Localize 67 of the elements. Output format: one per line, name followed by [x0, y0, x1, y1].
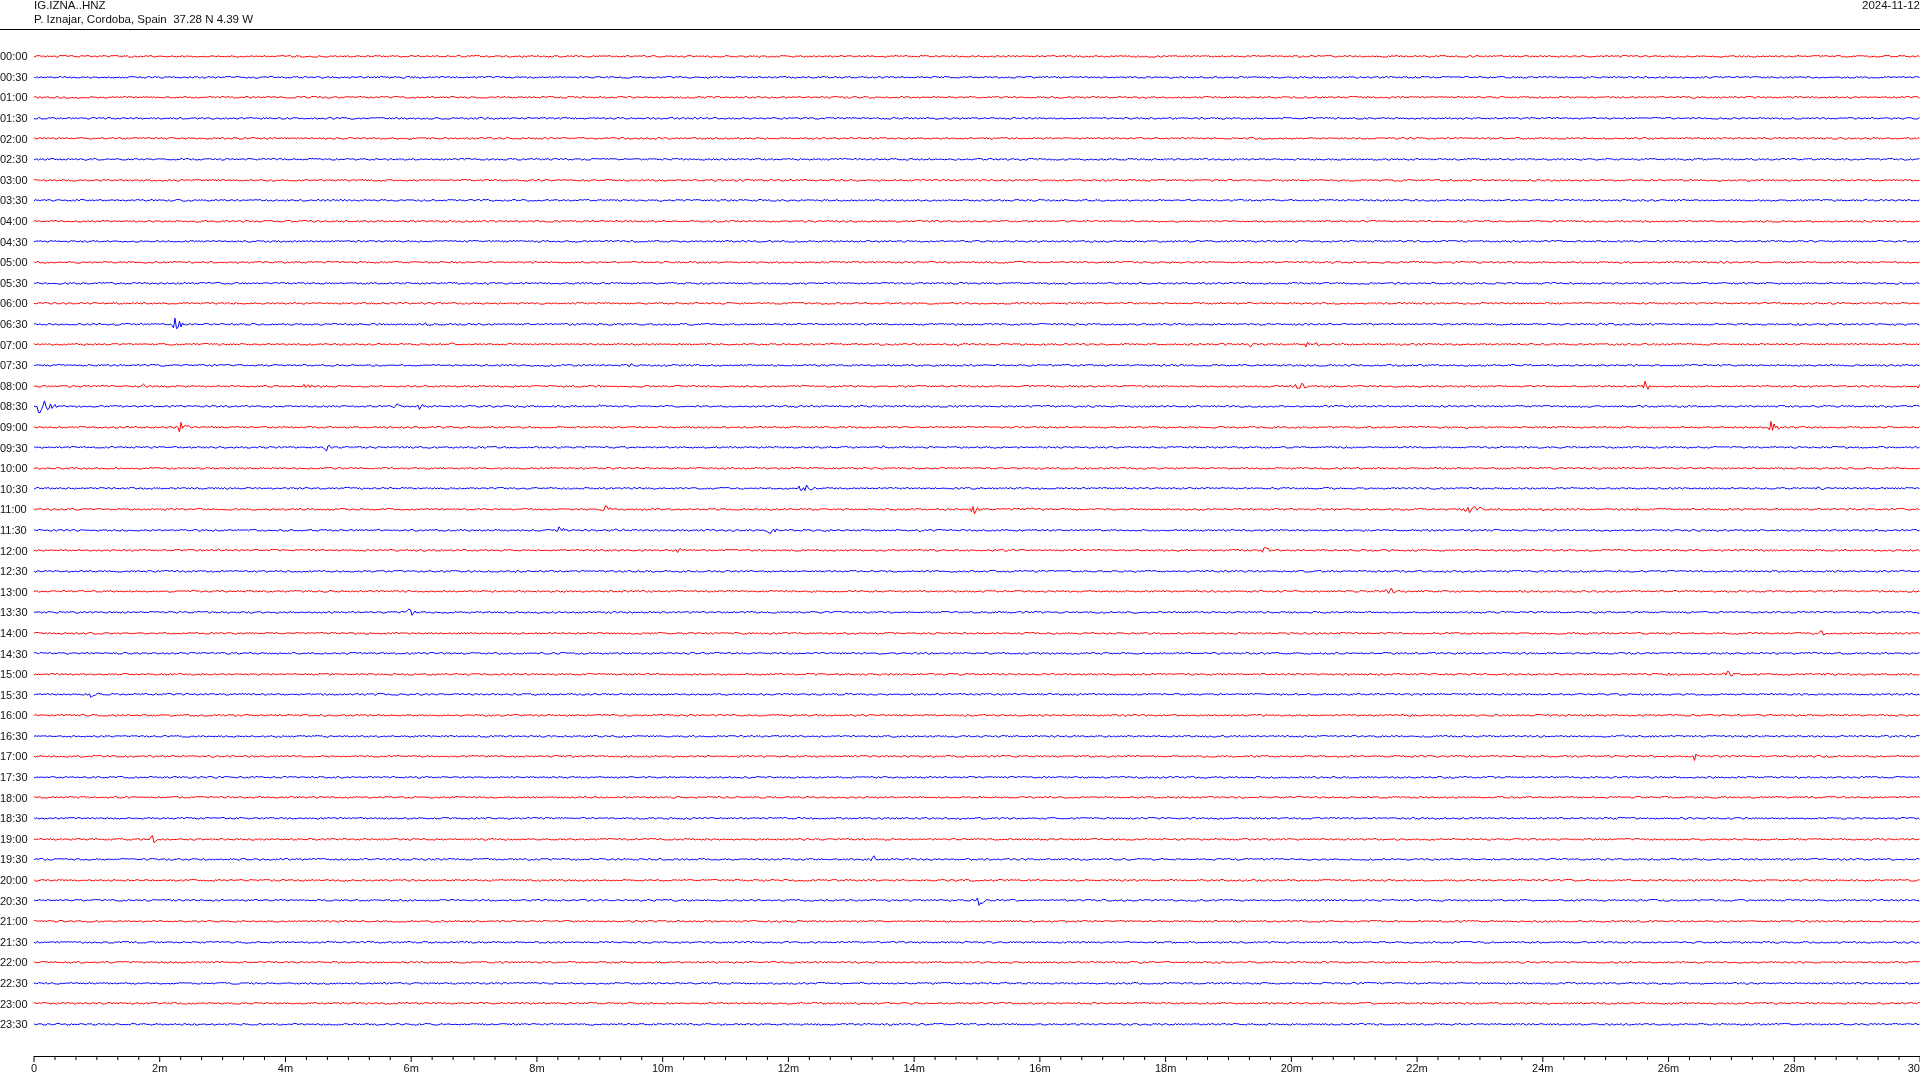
row-time-label: 04:30 [0, 235, 29, 248]
row-time-label: 10:30 [0, 482, 29, 495]
row-time-label: 15:30 [0, 688, 29, 701]
row-time-label: 20:30 [0, 894, 29, 907]
row-time-label: 23:00 [0, 997, 29, 1010]
row-time-label: 13:00 [0, 585, 29, 598]
row-time-label: 21:30 [0, 935, 29, 948]
row-time-label: 12:30 [0, 565, 29, 578]
station-code: IG.IZNA..HNZ [34, 0, 107, 12]
row-time-label: 00:00 [0, 50, 29, 63]
row-time-label: 06:00 [0, 297, 29, 310]
row-time-label: 07:00 [0, 338, 29, 351]
axis-tick-label: 2m [152, 1061, 168, 1074]
row-time-label: 03:00 [0, 173, 29, 186]
axis-tick-label: 26m [1657, 1061, 1680, 1074]
row-time-label: 01:30 [0, 112, 29, 125]
row-time-label: 19:30 [0, 853, 29, 866]
row-time-label: 16:00 [0, 709, 29, 722]
row-time-label: 17:30 [0, 771, 29, 784]
row-time-label: 15:00 [0, 668, 29, 681]
row-time-label: 23:30 [0, 1018, 29, 1031]
row-time-label: 21:00 [0, 915, 29, 928]
row-time-label: 12:00 [0, 544, 29, 557]
row-time-label: 13:30 [0, 606, 29, 619]
axis-tick-label: 14m [903, 1061, 925, 1074]
axis-tick-label: 12m [777, 1061, 800, 1074]
row-time-label: 01:00 [0, 91, 29, 104]
axis-tick-label: 4m [277, 1061, 294, 1074]
row-time-label: 06:30 [0, 318, 29, 330]
row-time-label: 00:30 [0, 70, 29, 83]
row-time-label: 18:30 [0, 812, 29, 825]
axis-tick-label: 10m [651, 1061, 674, 1074]
row-time-label: 17:00 [0, 750, 29, 763]
row-time-label: 20:00 [0, 874, 29, 887]
record-date: 2024-11-12 [1862, 0, 1920, 13]
row-time-label: 19:00 [0, 832, 29, 845]
row-time-label: 08:00 [0, 379, 29, 392]
axis-tick-label: 8m [529, 1061, 545, 1074]
row-time-label: 22:00 [0, 956, 29, 969]
axis-tick-label: 30 [1907, 1061, 1920, 1074]
row-time-label: 08:30 [0, 400, 29, 413]
axis-tick-label: 28m [1783, 1061, 1805, 1074]
row-time-label: 11:30 [0, 523, 28, 536]
row-time-label: 18:00 [0, 791, 29, 804]
axis-tick-label: 22m [1406, 1061, 1428, 1074]
row-time-label: 05:30 [0, 276, 29, 289]
row-time-label: 09:00 [0, 421, 29, 433]
axis-tick-label: 6m [403, 1061, 419, 1074]
axis-tick-label: 24m [1532, 1061, 1554, 1074]
row-time-label: 04:00 [0, 215, 29, 228]
row-time-label: 02:30 [0, 153, 29, 166]
row-time-label: 05:00 [0, 256, 29, 269]
axis-tick-label: 20m [1280, 1061, 1303, 1074]
axis-tick-label: 16m [1029, 1061, 1051, 1074]
row-time-label: 14:30 [0, 647, 29, 660]
row-time-label: 14:00 [0, 626, 29, 639]
row-time-label: 10:00 [0, 462, 29, 475]
row-time-label: 11:00 [0, 503, 28, 516]
row-time-label: 02:00 [0, 132, 29, 145]
axis-tick-label: 18m [1154, 1061, 1177, 1074]
row-time-label: 22:30 [0, 977, 29, 989]
row-time-label: 16:30 [0, 729, 29, 742]
row-time-label: 09:30 [0, 441, 29, 454]
row-time-label: 03:30 [0, 194, 29, 207]
station-location: P. Iznajar, Cordoba, Spain 37.28 N 4.39 W [34, 12, 254, 26]
axis-tick-label: 0 [30, 1061, 38, 1074]
row-time-label: 07:30 [0, 359, 29, 372]
